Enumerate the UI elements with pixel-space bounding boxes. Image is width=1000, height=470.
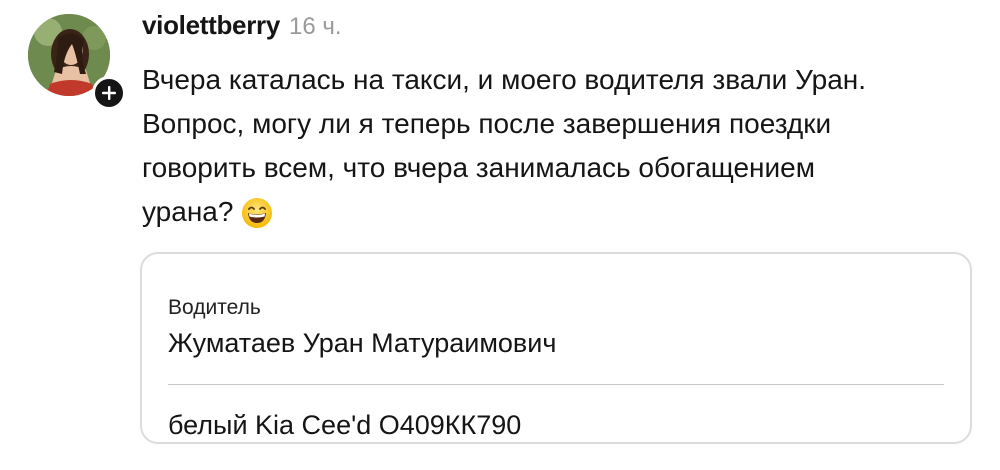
comment-post: violettberry 16 ч. Вчера каталась на так…	[0, 0, 1000, 470]
timestamp: 16 ч.	[289, 13, 342, 40]
card-divider	[168, 384, 944, 385]
driver-name: Жуматаев Уран Матураимович	[168, 328, 557, 358]
grinning-face-emoji-icon	[241, 197, 273, 242]
comment-header: violettberry 16 ч.	[142, 10, 342, 46]
avatar-container	[28, 14, 126, 110]
comment-text-line-1: Вчера каталась на такси, и моего водител…	[142, 64, 867, 95]
comment-text-line-2: Вопрос, могу ли я теперь после завершени…	[142, 108, 832, 139]
comment-text-line-3: говорить всем, что вчера занималась обог…	[142, 152, 815, 183]
comment-text-line-4-wrap: урана?	[142, 190, 982, 242]
follow-plus-button[interactable]	[92, 76, 126, 110]
username[interactable]: violettberry	[142, 10, 280, 41]
car-info: белый Kia Cee'd О409КК790	[168, 410, 522, 440]
comment-text: Вчера каталась на такси, и моего водител…	[142, 58, 982, 242]
driver-info-card: Водитель Жуматаев Уран Матураимович белы…	[140, 252, 972, 444]
driver-label: Водитель	[168, 296, 261, 319]
comment-text-line-4: урана?	[142, 196, 234, 227]
plus-icon	[102, 86, 116, 100]
